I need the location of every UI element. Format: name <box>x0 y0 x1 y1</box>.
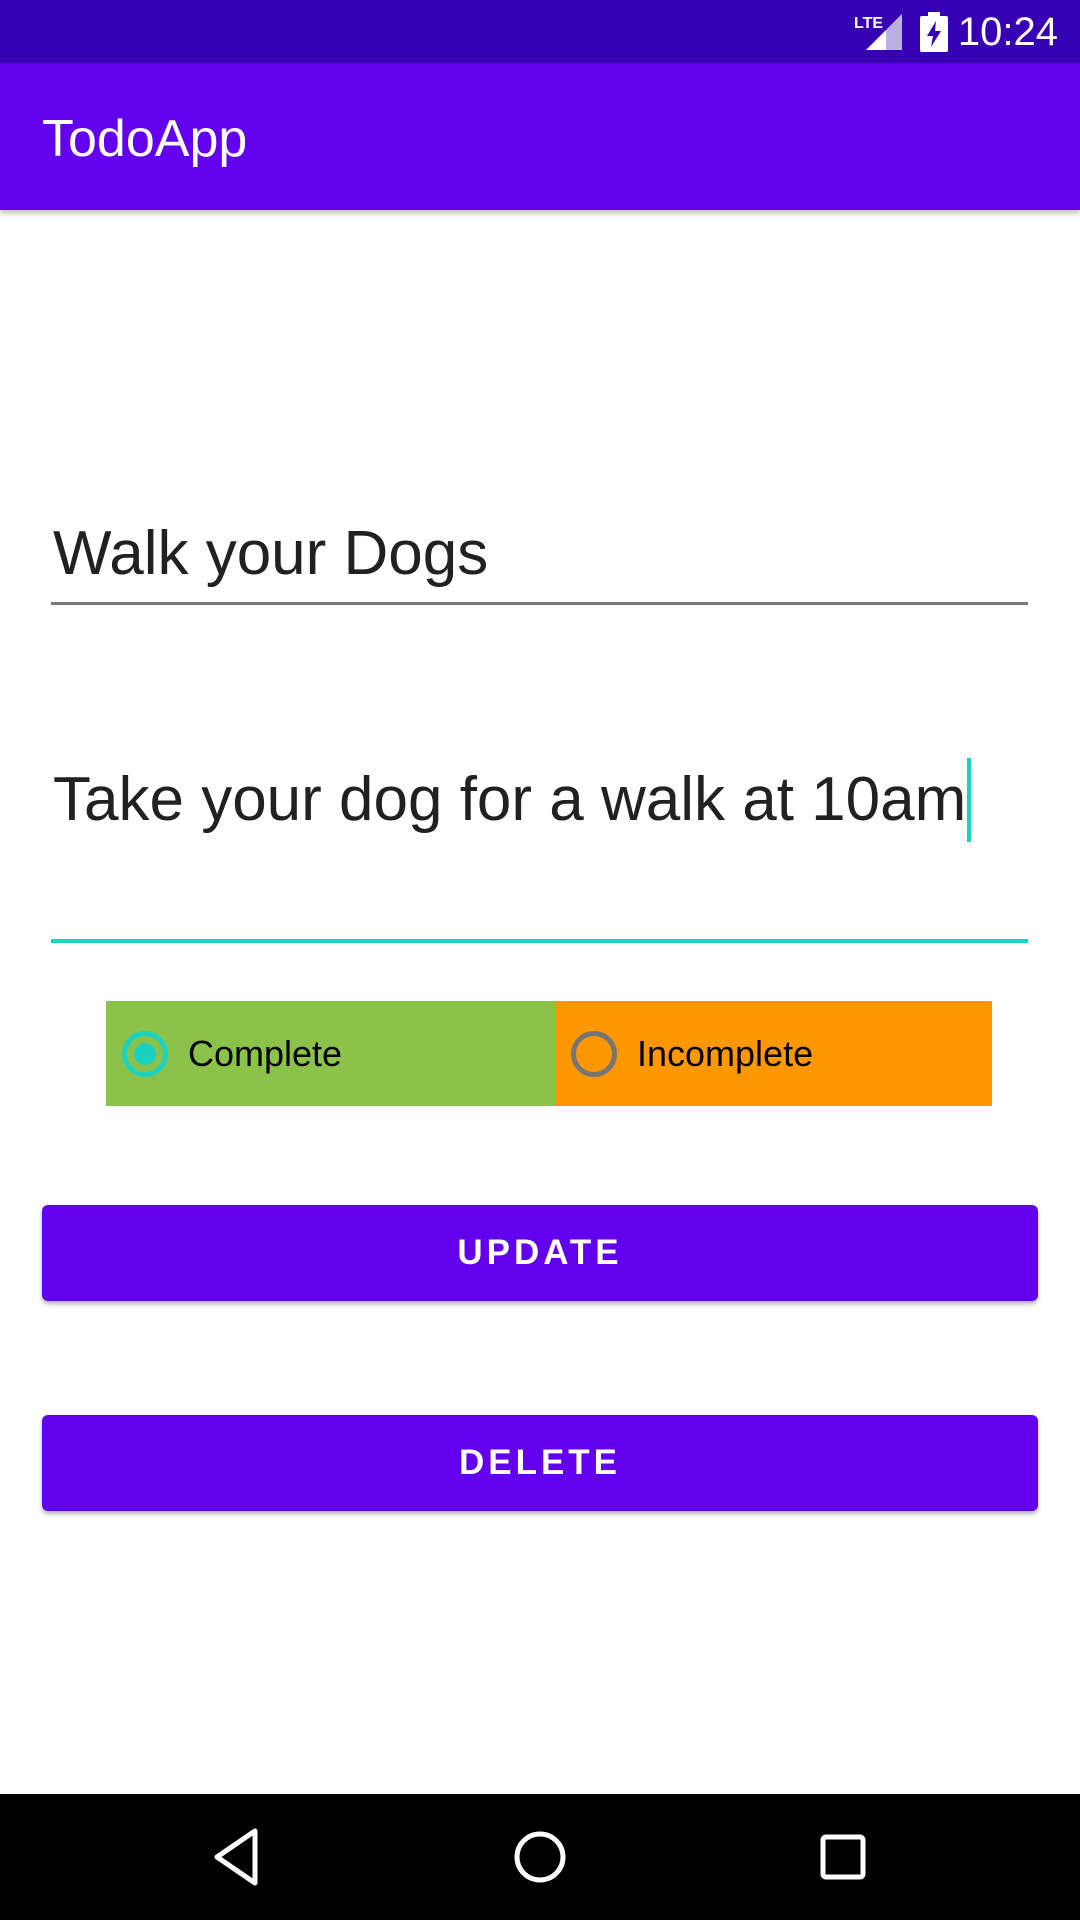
status-bar: LTE 10:24 <box>0 0 1080 63</box>
radio-unchecked-icon <box>571 1030 617 1077</box>
radio-complete-label: Complete <box>188 1032 343 1074</box>
text-cursor <box>967 758 972 842</box>
network-type-label: LTE <box>854 15 883 32</box>
status-time: 10:24 <box>957 10 1058 54</box>
home-icon[interactable] <box>507 1824 573 1890</box>
radio-incomplete[interactable]: Incomplete <box>555 1001 992 1106</box>
radio-checked-icon <box>122 1030 168 1077</box>
status-radio-group: Complete Incomplete <box>106 1001 992 1106</box>
app-bar: TodoApp <box>0 63 1080 210</box>
navigation-bar <box>0 1794 1080 1920</box>
todo-description-text: Take your dog for a walk at 10am <box>53 765 967 834</box>
todo-title-text: Walk your Dogs <box>53 519 489 588</box>
lte-signal-icon: LTE <box>854 14 902 50</box>
back-icon[interactable] <box>205 1824 271 1890</box>
battery-charging-icon <box>920 12 948 52</box>
todo-description-line: Take your dog for a walk at 10am <box>53 758 972 842</box>
recents-icon[interactable] <box>810 1824 876 1890</box>
radio-incomplete-label: Incomplete <box>637 1032 814 1074</box>
radio-complete[interactable]: Complete <box>106 1001 555 1106</box>
todo-description-input[interactable]: Take your dog for a walk at 10am <box>51 748 1028 943</box>
todo-title-input[interactable]: Walk your Dogs <box>51 512 1028 605</box>
delete-button[interactable]: DELETE <box>42 1415 1038 1511</box>
app-title: TodoApp <box>42 110 248 168</box>
update-button[interactable]: UPDATE <box>42 1205 1038 1301</box>
